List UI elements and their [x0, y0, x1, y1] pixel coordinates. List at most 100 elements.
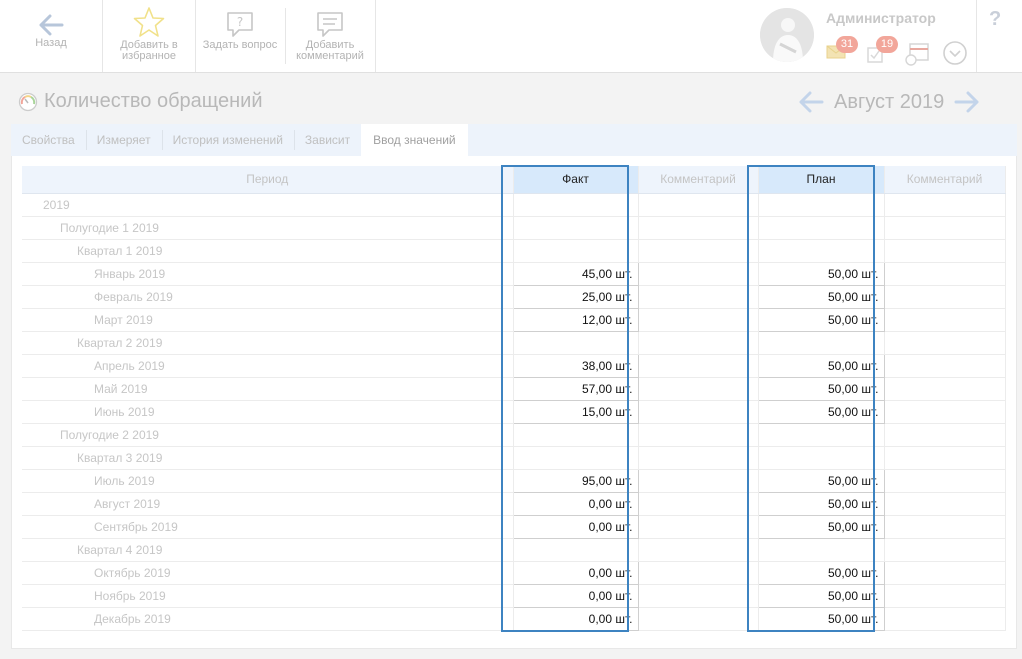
plan-value-cell[interactable]: [758, 193, 885, 217]
period-cell[interactable]: Июль 2019: [22, 469, 514, 493]
tab-value-input[interactable]: Ввод значений: [361, 124, 468, 156]
fact-value-cell[interactable]: 0,00 шт.: [512, 583, 639, 608]
plan-comment-cell[interactable]: [884, 446, 1006, 470]
plan-comment-cell[interactable]: [884, 469, 1006, 493]
period-cell[interactable]: Декабрь 2019: [22, 607, 514, 631]
tab-properties[interactable]: Свойства: [11, 124, 86, 156]
plan-comment-cell[interactable]: [884, 400, 1006, 424]
plan-comment-cell[interactable]: [884, 308, 1006, 332]
fact-comment-cell[interactable]: [638, 469, 759, 493]
period-cell[interactable]: Июнь 2019: [22, 400, 514, 424]
plan-value-cell[interactable]: 50,00 шт.: [757, 284, 885, 309]
plan-comment-cell[interactable]: [884, 515, 1006, 539]
fact-comment-cell[interactable]: [638, 262, 759, 286]
fact-comment-cell[interactable]: [638, 423, 759, 447]
fact-comment-cell[interactable]: [638, 607, 759, 631]
plan-value-cell[interactable]: 50,00 шт.: [757, 514, 885, 539]
fact-comment-cell[interactable]: [638, 308, 759, 332]
fact-value-cell[interactable]: [513, 239, 639, 263]
fact-comment-cell[interactable]: [638, 584, 759, 608]
plan-comment-cell[interactable]: [884, 239, 1006, 263]
period-cell[interactable]: 2019: [22, 193, 514, 217]
period-cell[interactable]: Март 2019: [22, 308, 514, 332]
plan-value-cell[interactable]: 50,00 шт.: [757, 491, 885, 516]
fact-comment-cell[interactable]: [638, 400, 759, 424]
period-cell[interactable]: Квартал 1 2019: [22, 239, 514, 263]
fact-comment-cell[interactable]: [638, 285, 759, 309]
calendar-icon[interactable]: [904, 42, 930, 66]
plan-comment-cell[interactable]: [884, 193, 1006, 217]
fact-value-cell[interactable]: [513, 216, 639, 240]
period-cell[interactable]: Апрель 2019: [22, 354, 514, 378]
plan-value-cell[interactable]: 50,00 шт.: [757, 307, 885, 332]
period-cell[interactable]: Октябрь 2019: [22, 561, 514, 585]
add-comment-button[interactable]: Добавить комментарий: [286, 0, 374, 72]
plan-comment-cell[interactable]: [884, 561, 1006, 585]
fact-value-cell[interactable]: 12,00 шт.: [512, 307, 639, 332]
plan-comment-cell[interactable]: [884, 538, 1006, 562]
plan-value-cell[interactable]: 50,00 шт.: [757, 399, 885, 424]
fact-comment-cell[interactable]: [638, 446, 759, 470]
plan-value-cell[interactable]: [758, 239, 885, 263]
plan-value-cell[interactable]: 50,00 шт.: [757, 261, 885, 286]
fact-value-cell[interactable]: [513, 446, 639, 470]
plan-comment-cell[interactable]: [884, 331, 1006, 355]
fact-value-cell[interactable]: 15,00 шт.: [512, 399, 639, 424]
fact-comment-cell[interactable]: [638, 216, 759, 240]
fact-value-cell[interactable]: 0,00 шт.: [512, 514, 639, 539]
plan-value-cell[interactable]: [758, 331, 885, 355]
fact-value-cell[interactable]: [513, 538, 639, 562]
help-button[interactable]: ?: [989, 8, 1001, 31]
plan-value-cell[interactable]: [758, 446, 885, 470]
fact-comment-cell[interactable]: [638, 331, 759, 355]
fact-comment-cell[interactable]: [638, 538, 759, 562]
fact-comment-cell[interactable]: [638, 561, 759, 585]
fact-value-cell[interactable]: 0,00 шт.: [512, 606, 639, 631]
fact-comment-cell[interactable]: [638, 492, 759, 516]
chevron-down-icon[interactable]: [942, 40, 968, 66]
plan-value-cell[interactable]: [758, 423, 885, 447]
plan-comment-cell[interactable]: [884, 584, 1006, 608]
next-period-button[interactable]: [954, 91, 980, 113]
ask-question-button[interactable]: ? Задать вопрос: [196, 0, 284, 72]
fact-value-cell[interactable]: 0,00 шт.: [512, 491, 639, 516]
fact-comment-cell[interactable]: [638, 515, 759, 539]
previous-period-button[interactable]: [798, 91, 824, 113]
fact-value-cell[interactable]: 95,00 шт.: [512, 468, 639, 493]
period-cell[interactable]: Полугодие 1 2019: [22, 216, 514, 240]
period-cell[interactable]: Ноябрь 2019: [22, 584, 514, 608]
fact-comment-cell[interactable]: [638, 354, 759, 378]
plan-comment-cell[interactable]: [884, 354, 1006, 378]
plan-comment-cell[interactable]: [884, 423, 1006, 447]
fact-comment-cell[interactable]: [638, 239, 759, 263]
fact-value-cell[interactable]: [513, 423, 639, 447]
back-button[interactable]: Назад: [0, 0, 102, 72]
avatar[interactable]: [760, 8, 814, 62]
fact-value-cell[interactable]: 57,00 шт.: [512, 376, 639, 401]
plan-value-cell[interactable]: 50,00 шт.: [757, 376, 885, 401]
plan-value-cell[interactable]: 50,00 шт.: [757, 353, 885, 378]
plan-comment-cell[interactable]: [884, 262, 1006, 286]
fact-comment-cell[interactable]: [638, 193, 759, 217]
fact-value-cell[interactable]: 38,00 шт.: [512, 353, 639, 378]
plan-comment-cell[interactable]: [884, 285, 1006, 309]
plan-comment-cell[interactable]: [884, 216, 1006, 240]
plan-comment-cell[interactable]: [884, 377, 1006, 401]
period-cell[interactable]: Январь 2019: [22, 262, 514, 286]
fact-value-cell[interactable]: [513, 193, 639, 217]
plan-value-cell[interactable]: [758, 216, 885, 240]
plan-value-cell[interactable]: 50,00 шт.: [757, 583, 885, 608]
tab-depends[interactable]: Зависит: [293, 124, 361, 156]
plan-value-cell[interactable]: 50,00 шт.: [757, 468, 885, 493]
user-name[interactable]: Администратор: [826, 10, 936, 26]
period-cell[interactable]: Сентябрь 2019: [22, 515, 514, 539]
plan-value-cell[interactable]: 50,00 шт.: [757, 606, 885, 631]
plan-value-cell[interactable]: 50,00 шт.: [757, 560, 885, 585]
period-cell[interactable]: Полугодие 2 2019: [22, 423, 514, 447]
period-cell[interactable]: Август 2019: [22, 492, 514, 516]
period-cell[interactable]: Май 2019: [22, 377, 514, 401]
fact-value-cell[interactable]: 25,00 шт.: [512, 284, 639, 309]
add-favorite-button[interactable]: Добавить в избранное: [103, 0, 195, 72]
fact-value-cell[interactable]: 45,00 шт.: [512, 261, 639, 286]
fact-value-cell[interactable]: 0,00 шт.: [512, 560, 639, 585]
